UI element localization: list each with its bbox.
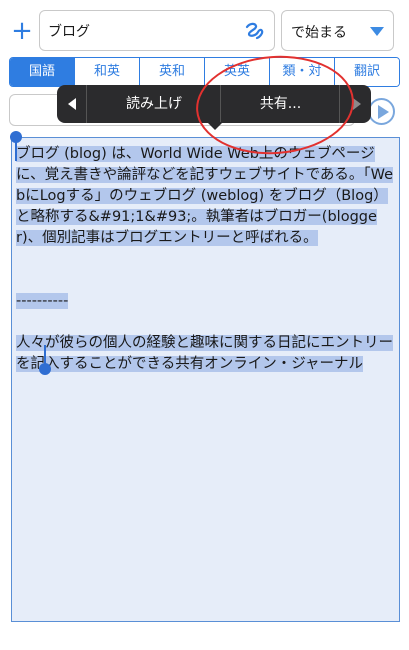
tab-eiei[interactable]: 英英	[205, 58, 270, 86]
tab-synonyms[interactable]: 類・対	[270, 58, 335, 86]
selection-start-caret	[15, 141, 17, 161]
selected-text: ブログ (blog) は、World Wide Web上のウェブページに、覚え書…	[16, 146, 394, 372]
tab-translate[interactable]: 翻訳	[335, 58, 399, 86]
play-button[interactable]	[368, 98, 395, 125]
tab-waei[interactable]: 和英	[75, 58, 140, 86]
chevron-right-icon	[353, 98, 361, 110]
chevron-down-icon	[370, 27, 384, 36]
chevron-left-icon	[68, 98, 76, 110]
search-input[interactable]	[48, 11, 238, 50]
tab-eiwa[interactable]: 英和	[140, 58, 205, 86]
read-aloud-menu-item[interactable]: 読み上げ	[88, 85, 221, 123]
top-bar: + で始まる	[0, 10, 409, 52]
tab-kokugo[interactable]: 国語	[10, 58, 75, 86]
menu-next-button[interactable]	[341, 85, 371, 123]
context-menu: 読み上げ 共有...	[57, 85, 371, 130]
match-mode-label: で始まる	[291, 25, 347, 41]
menu-prev-button[interactable]	[57, 85, 87, 123]
search-box[interactable]	[39, 10, 275, 51]
content-text-area[interactable]: ブログ (blog) は、World Wide Web上のウェブページに、覚え書…	[11, 137, 400, 622]
share-menu-item[interactable]: 共有...	[222, 85, 340, 123]
play-icon	[378, 105, 389, 119]
match-mode-select[interactable]: で始まる	[281, 10, 394, 51]
selection-end-handle[interactable]	[39, 363, 51, 375]
add-icon[interactable]: +	[10, 16, 34, 46]
handwriting-icon[interactable]	[244, 20, 266, 42]
definition-text[interactable]: ブログ (blog) は、World Wide Web上のウェブページに、覚え書…	[16, 144, 396, 375]
selection-end-caret	[44, 345, 46, 365]
dictionary-tabs: 国語 和英 英和 英英 類・対 翻訳	[9, 57, 400, 87]
